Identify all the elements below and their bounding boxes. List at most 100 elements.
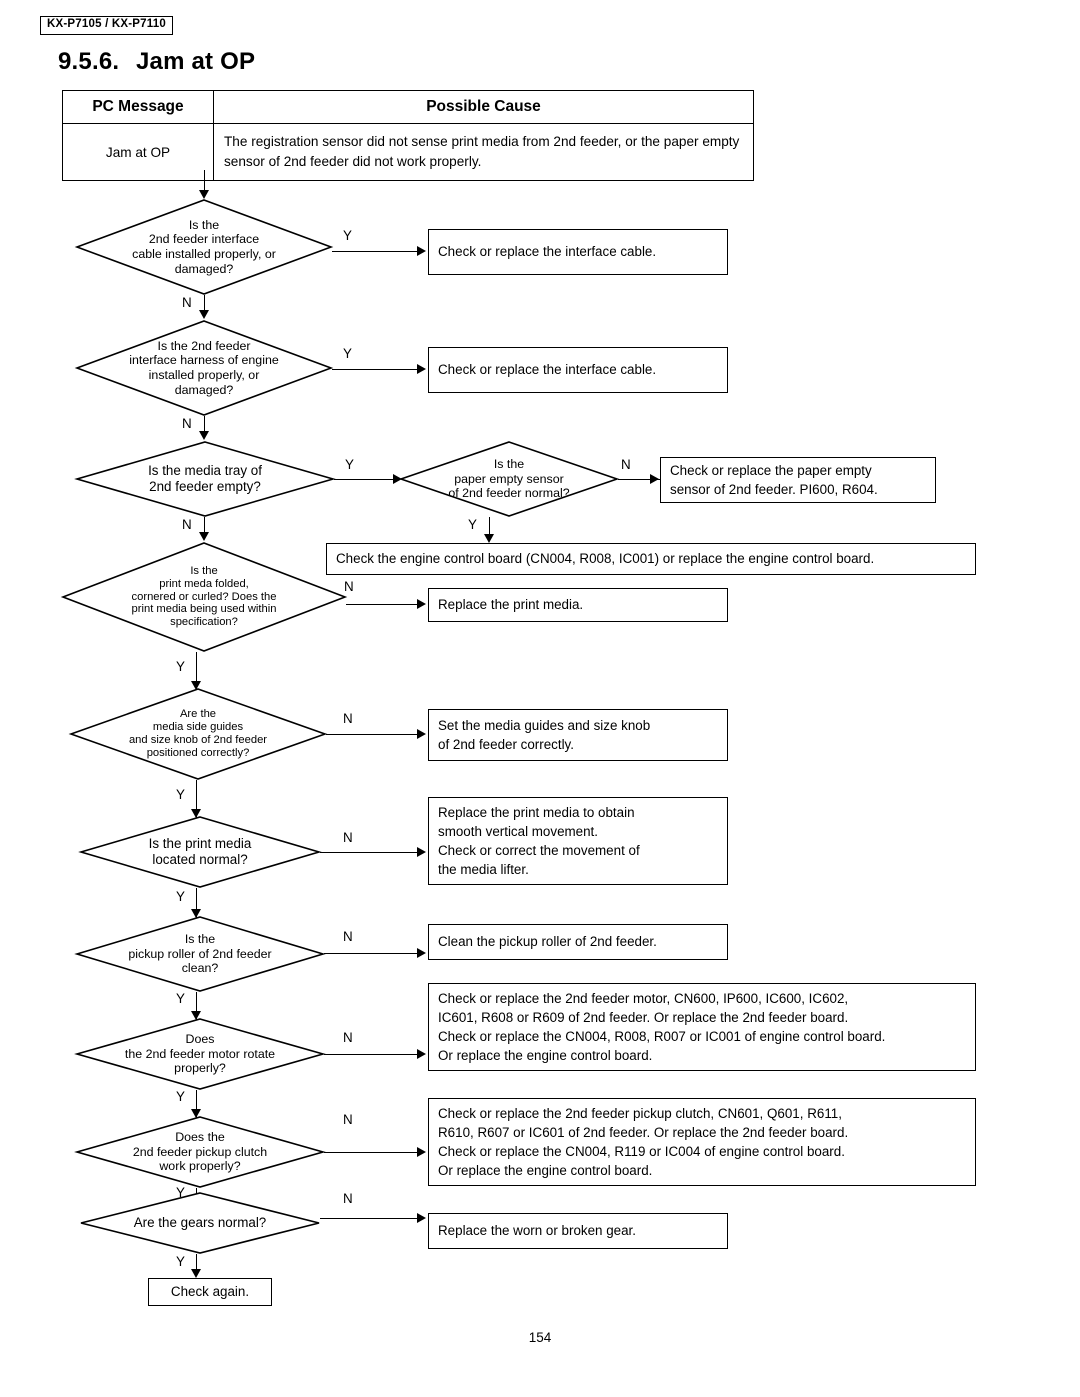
- column-header-pc-message: PC Message: [62, 90, 214, 124]
- arrowhead-right: [417, 599, 426, 609]
- action-text: Check again.: [170, 1284, 250, 1300]
- action-text: Replace the print media.: [438, 597, 584, 613]
- branch-label-yes: Y: [176, 659, 185, 674]
- decision-label: Is the 2nd feeder interface harness of en…: [129, 338, 279, 397]
- action-text: Check the engine control board (CN004, R…: [336, 551, 875, 567]
- decision-label: Is the print meda folded, cornered or curl…: [131, 565, 277, 629]
- branch-label-yes: Y: [176, 991, 185, 1006]
- decision-label: Is the media tray of 2nd feeder empty?: [148, 463, 262, 494]
- connector-d11-no: [320, 1218, 420, 1219]
- branch-label-yes: Y: [345, 457, 354, 472]
- pc-message-table: PC Message Possible Cause Jam at OP The …: [62, 90, 754, 181]
- decision-d6: Are the media side guides and size knob of…: [68, 688, 328, 780]
- decision-d2: Is the 2nd feeder interface harness of en…: [74, 320, 334, 416]
- connector-d9-no: [324, 1054, 420, 1055]
- decision-d4: Is the paper empty sensor of 2nd feeder no…: [398, 441, 620, 517]
- decision-d8: Is the pickup roller of 2nd feeder clean?: [74, 916, 326, 992]
- model-left: KX-P7105: [47, 18, 102, 30]
- action-a10: Check or replace the 2nd feeder pickup c…: [428, 1098, 976, 1186]
- action-text: Check or replace the 2nd feeder motor, C…: [438, 990, 886, 1064]
- action-a4: Check the engine control board (CN004, R…: [326, 543, 976, 575]
- connector-d8-no: [324, 953, 420, 954]
- table-header-row: PC Message Possible Cause: [62, 90, 754, 124]
- decision-d7: Is the print media located normal?: [78, 816, 322, 888]
- page-number: 154: [528, 1330, 552, 1345]
- action-text: Check or replace the interface cable.: [438, 362, 657, 378]
- arrowhead-right: [417, 1147, 426, 1157]
- section-title: Jam at OP: [136, 48, 256, 75]
- action-a9: Check or replace the 2nd feeder motor, C…: [428, 983, 976, 1071]
- arrowhead-right: [417, 1049, 426, 1059]
- arrowhead-right: [417, 246, 426, 256]
- arrowhead-right: [417, 948, 426, 958]
- decision-d1: Is the 2nd feeder interface cable installe…: [74, 199, 334, 295]
- decision-d3: Is the media tray of 2nd feeder empty?: [74, 441, 336, 517]
- action-a3: Check or replace the paper empty sensor o…: [660, 457, 936, 503]
- action-a6: Set the media guides and size knob of 2nd…: [428, 709, 728, 761]
- cell-possible-cause: The registration sensor did not sense pr…: [213, 123, 754, 181]
- decision-label: Does the 2nd feeder motor rotate properly?: [124, 1032, 276, 1076]
- decision-d9: Does the 2nd feeder motor rotate properly?: [74, 1018, 326, 1090]
- action-text: Replace the print media to obtain smooth …: [438, 804, 640, 878]
- branch-label-no: N: [343, 1191, 353, 1206]
- action-a11: Replace the worn or broken gear.: [428, 1213, 728, 1249]
- branch-label-no: N: [343, 1112, 353, 1127]
- connector-d5-no: [346, 604, 420, 605]
- decision-d11: Are the gears normal?: [80, 1192, 320, 1254]
- branch-label-yes: Y: [343, 346, 352, 361]
- branch-label-no: N: [343, 929, 353, 944]
- connector-d7-no: [320, 852, 420, 853]
- branch-label-no: N: [343, 1030, 353, 1045]
- branch-label-yes: Y: [468, 517, 477, 532]
- section-heading: 9.5.6. Jam at OP: [58, 48, 255, 76]
- section-number: 9.5.6.: [58, 48, 120, 75]
- branch-label-no: N: [182, 295, 192, 310]
- action-text: Check or replace the interface cable.: [438, 244, 657, 260]
- arrowhead-down: [199, 532, 209, 541]
- model-number-tag: KX-P7105 / KX-P7110: [40, 16, 173, 35]
- action-text: Check or replace the paper empty sensor o…: [670, 462, 878, 497]
- action-a12-check-again: Check again.: [148, 1278, 272, 1306]
- branch-label-yes: Y: [176, 1254, 185, 1269]
- branch-label-no: N: [182, 416, 192, 431]
- manual-page: KX-P7105 / KX-P7110 9.5.6. Jam at OP PC M…: [0, 0, 1080, 1397]
- decision-label: Is the pickup roller of 2nd feeder clean?: [128, 932, 272, 976]
- connector-d2-yes: [332, 369, 420, 370]
- arrowhead-down: [199, 310, 209, 319]
- table-row: Jam at OP The registration sensor did no…: [62, 123, 754, 181]
- decision-label: Is the print media located normal?: [148, 836, 252, 867]
- action-a1: Check or replace the interface cable.: [428, 229, 728, 275]
- connector-d6-no: [326, 734, 420, 735]
- arrowhead-right: [650, 474, 659, 484]
- decision-label: Are the gears normal?: [133, 1215, 267, 1231]
- column-header-possible-cause: Possible Cause: [213, 90, 754, 124]
- action-a7: Replace the print media to obtain smooth …: [428, 797, 728, 885]
- arrowhead-down: [484, 534, 494, 543]
- connector-d1-yes: [332, 251, 420, 252]
- branch-label-no: N: [343, 711, 353, 726]
- model-right: KX-P7110: [111, 18, 166, 30]
- cell-pc-message: Jam at OP: [62, 123, 214, 181]
- arrowhead-right: [417, 1213, 426, 1223]
- branch-label-no: N: [343, 830, 353, 845]
- decision-label: Are the media side guides and size knob of…: [128, 708, 268, 759]
- action-text: Set the media guides and size knob of 2nd…: [438, 717, 651, 752]
- action-text: Check or replace the 2nd feeder pickup c…: [438, 1105, 849, 1179]
- decision-label: Is the paper empty sensor of 2nd feeder no…: [448, 457, 570, 501]
- action-text: Clean the pickup roller of 2nd feeder.: [438, 934, 657, 950]
- arrowhead-right: [417, 729, 426, 739]
- decision-d5: Is the print meda folded, cornered or curl…: [60, 542, 348, 652]
- branch-label-no: N: [621, 457, 631, 472]
- branch-label-yes: Y: [176, 889, 185, 904]
- arrowhead-down: [199, 190, 209, 199]
- connector-d3-yes: [334, 479, 396, 480]
- decision-d10: Does the 2nd feeder pickup clutch work pro…: [74, 1116, 326, 1188]
- branch-label-yes: Y: [176, 1089, 185, 1104]
- arrowhead-down: [191, 1269, 201, 1278]
- decision-label: Is the 2nd feeder interface cable installe…: [132, 217, 276, 276]
- connector-d10-no: [324, 1152, 420, 1153]
- branch-label-yes: Y: [343, 228, 352, 243]
- action-text: Replace the worn or broken gear.: [438, 1223, 637, 1239]
- arrowhead-right: [417, 847, 426, 857]
- action-a8: Clean the pickup roller of 2nd feeder.: [428, 924, 728, 960]
